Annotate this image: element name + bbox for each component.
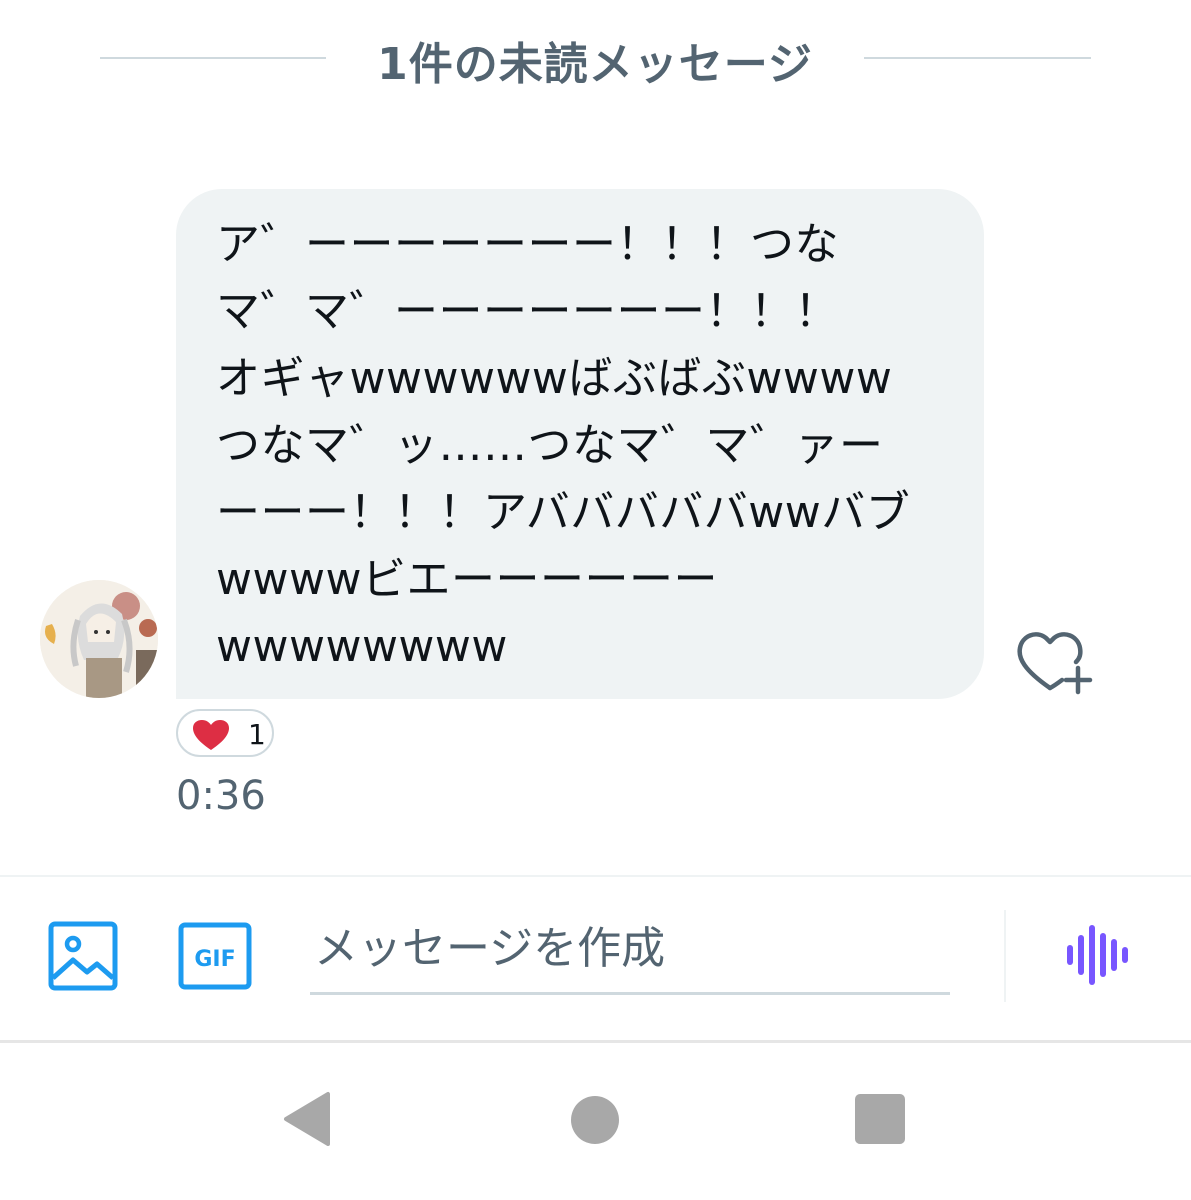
image-button[interactable]	[47, 920, 119, 992]
voice-wave-icon	[1067, 925, 1128, 985]
composer-divider	[0, 875, 1191, 877]
message-compose-input[interactable]	[310, 905, 950, 995]
gif-label: GIF	[194, 947, 235, 972]
message-bubble[interactable]: ア゛ーーーーーーー！！！つな マ゛マ゛ーーーーーーー！！！ オギャwwwwwwば…	[176, 189, 984, 699]
image-icon	[48, 921, 118, 991]
heart-icon	[193, 720, 229, 750]
voice-message-button[interactable]	[1064, 924, 1132, 986]
message-line: マ゛マ゛ーーーーーーー！！！	[216, 286, 839, 337]
divider-line-right	[864, 57, 1091, 59]
gif-icon: GIF	[178, 922, 252, 990]
unread-divider: 1件の未読メッセージ	[100, 20, 1091, 96]
composer-separator	[1004, 910, 1006, 1002]
message-line: wwwwwwww	[216, 621, 508, 672]
sender-avatar[interactable]	[40, 580, 158, 698]
nav-back-button[interactable]	[282, 1090, 332, 1148]
message-timestamp: 0:36	[176, 773, 266, 819]
divider-line-left	[100, 57, 326, 59]
add-reaction-button[interactable]	[1014, 626, 1094, 696]
message-line: ア゛ーーーーーーー！！！つな	[216, 219, 839, 270]
unread-label: 1件の未読メッセージ	[377, 39, 813, 90]
gif-button[interactable]: GIF	[178, 922, 252, 990]
avatar-image	[40, 580, 158, 698]
nav-recents-button recents-square-icon[interactable]	[855, 1094, 905, 1144]
back-triangle-icon	[284, 1092, 330, 1146]
reaction-count: 1	[248, 718, 266, 751]
message-line: オギャwwwwwwばぶばぶwwww	[216, 353, 893, 404]
nav-home-button home-circle-icon[interactable]	[571, 1096, 619, 1144]
heart-plus-icon	[1017, 632, 1093, 695]
message-line: つなマ゛ッ……つなマ゛マ゛ァー	[216, 420, 884, 471]
message-line: wwwwビエーーーーーー	[216, 554, 718, 605]
message-line: ーーー！！！アバババババwwバブ	[216, 487, 911, 538]
reaction-chip[interactable]: 1	[176, 709, 274, 757]
